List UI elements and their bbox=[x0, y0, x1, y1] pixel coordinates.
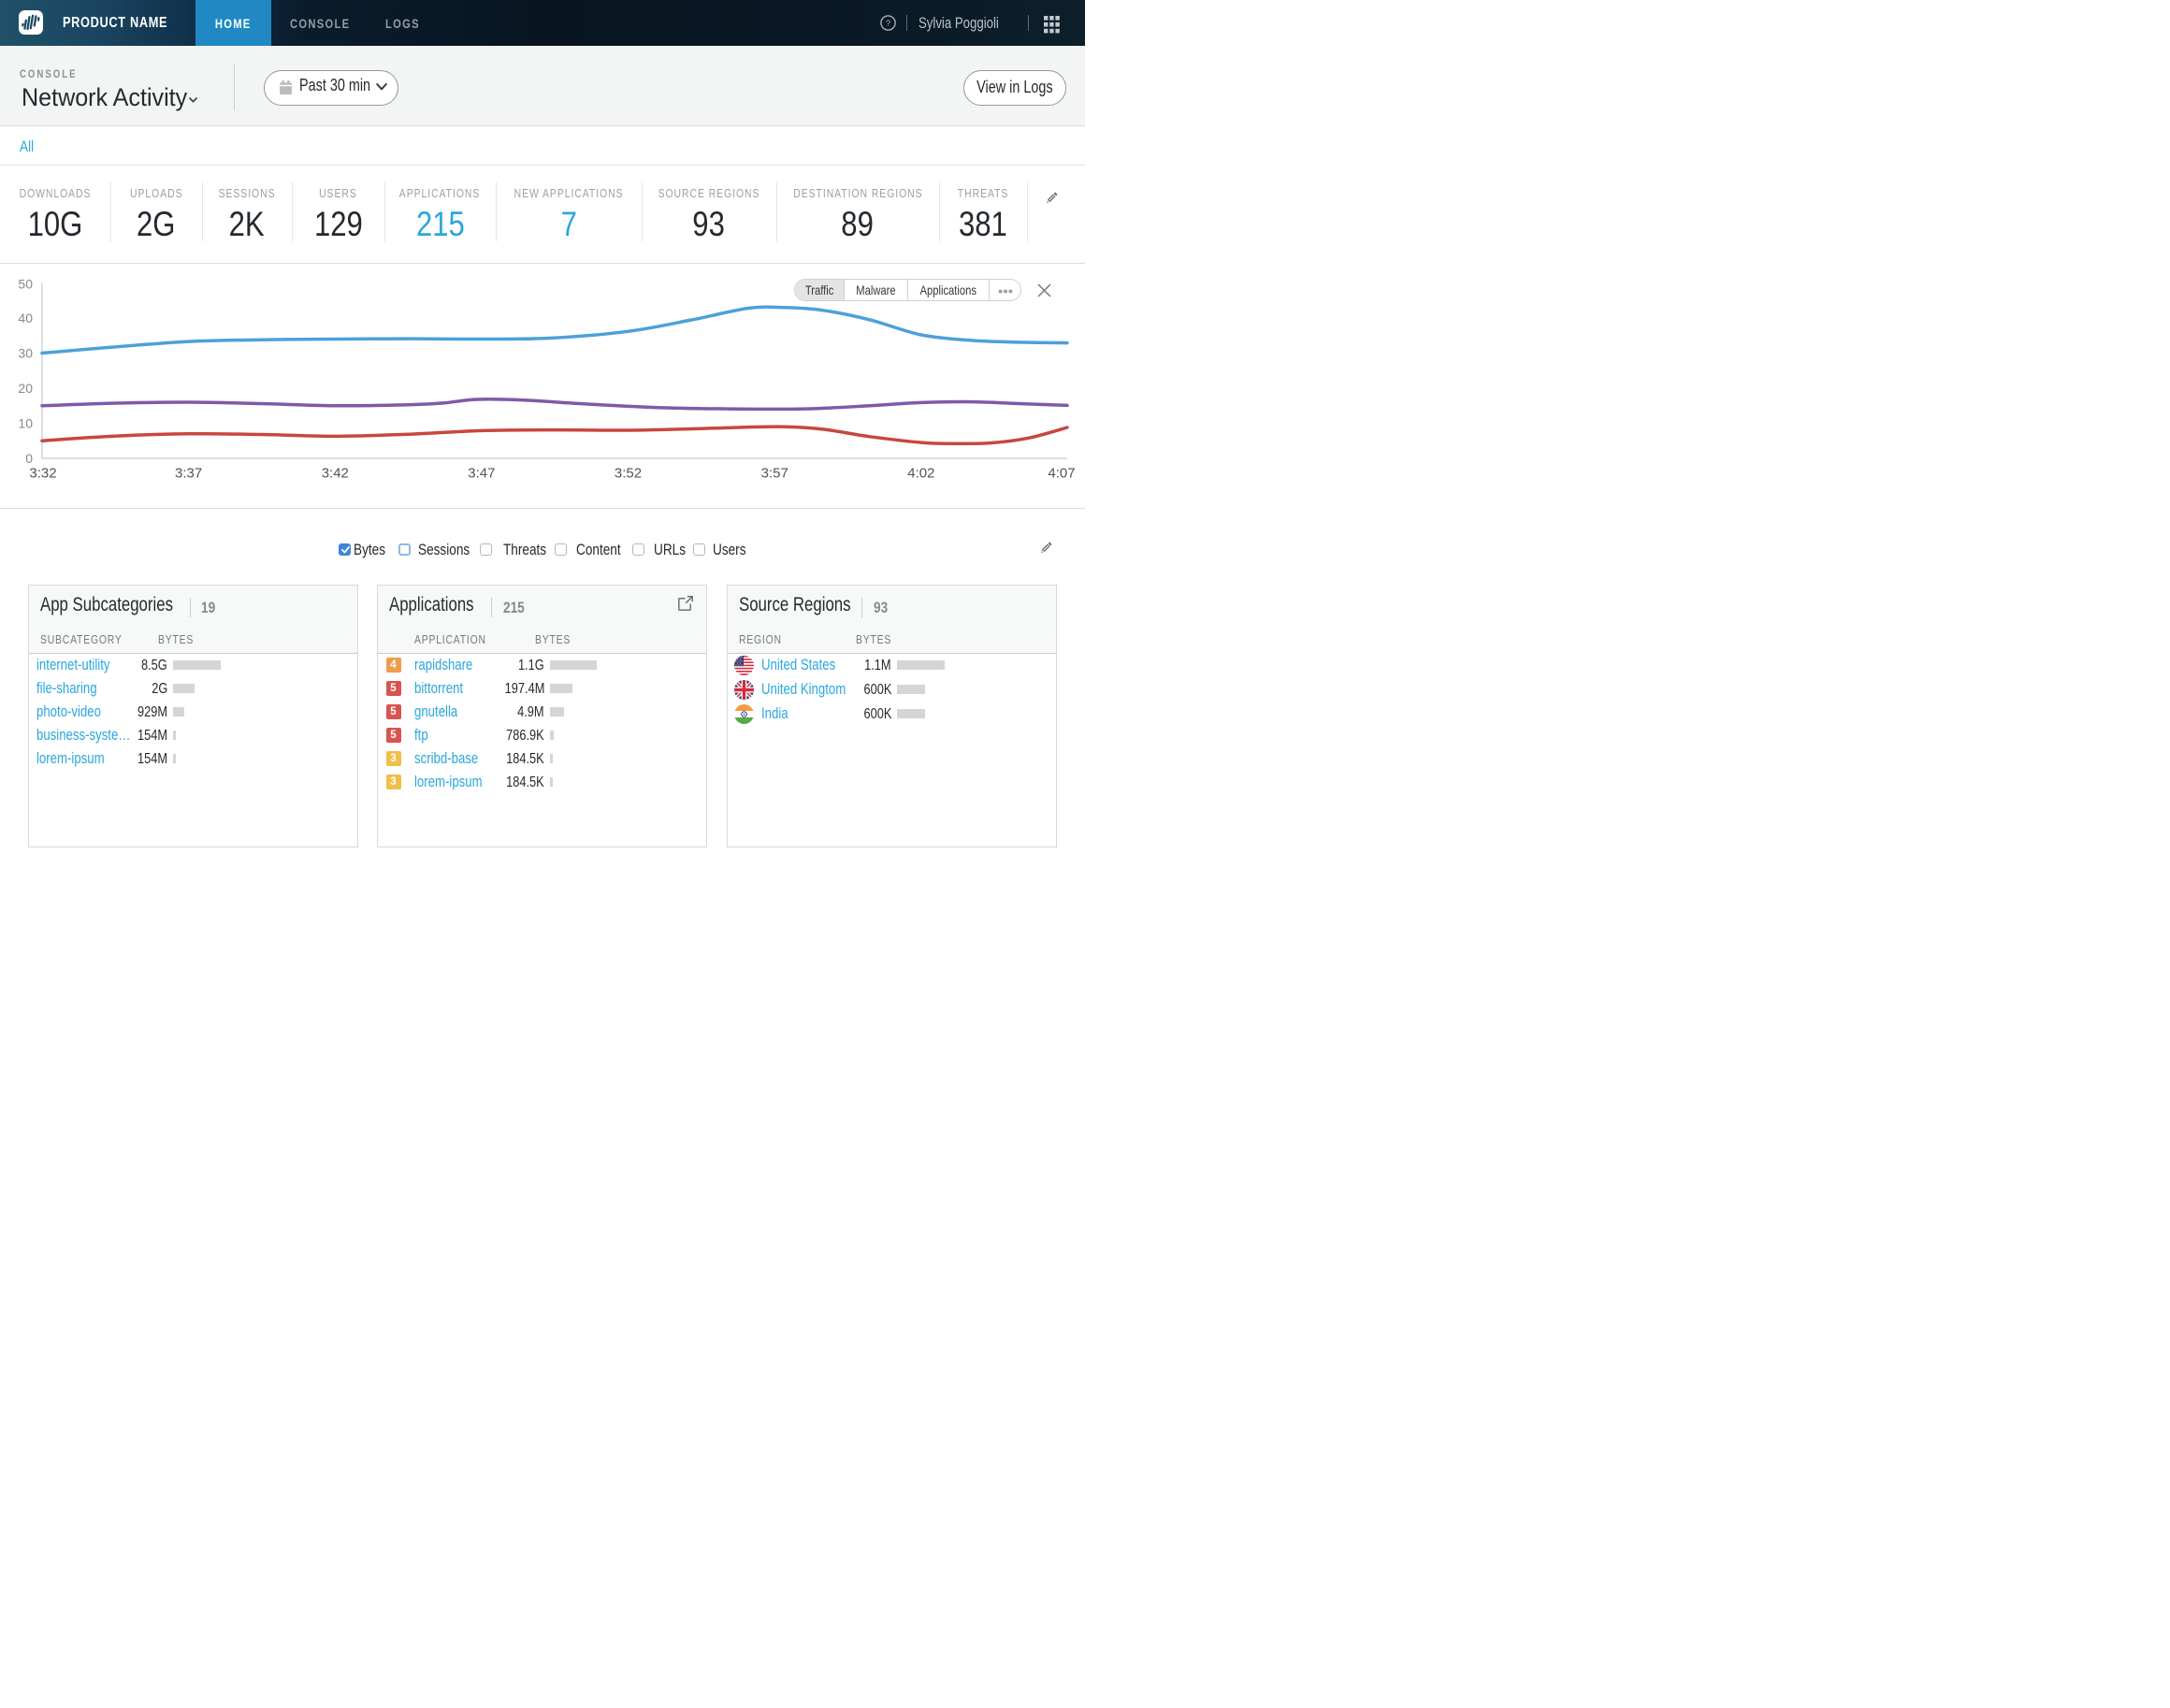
svg-text:3:32: 3:32 bbox=[29, 466, 56, 482]
svg-text:50: 50 bbox=[18, 277, 33, 292]
svg-text:4:07: 4:07 bbox=[1048, 466, 1075, 482]
svg-text:10: 10 bbox=[18, 416, 33, 431]
svg-text:3:52: 3:52 bbox=[615, 466, 642, 482]
svg-text:3:57: 3:57 bbox=[761, 466, 788, 482]
svg-text:3:47: 3:47 bbox=[468, 466, 495, 482]
svg-text:3:37: 3:37 bbox=[175, 466, 202, 482]
svg-text:40: 40 bbox=[18, 311, 33, 326]
svg-text:4:02: 4:02 bbox=[907, 466, 934, 482]
svg-text:3:42: 3:42 bbox=[322, 466, 349, 482]
svg-text:?: ? bbox=[886, 19, 890, 29]
svg-text:20: 20 bbox=[18, 381, 33, 396]
svg-text:0: 0 bbox=[25, 451, 33, 466]
svg-text:30: 30 bbox=[18, 346, 33, 361]
